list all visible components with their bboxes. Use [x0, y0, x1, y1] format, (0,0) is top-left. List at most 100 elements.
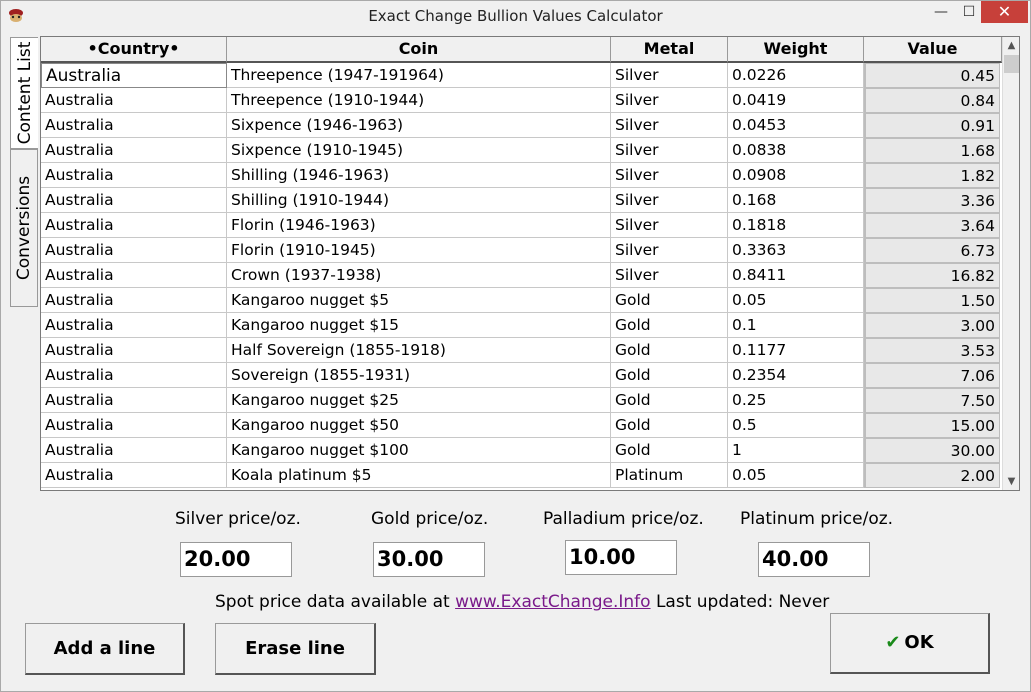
column-header-metal[interactable]: Metal [611, 37, 728, 63]
tab-conversions[interactable]: Conversions [10, 149, 38, 307]
table-row[interactable]: Australia Threepence (1947-191964) Silver 0… [41, 63, 1001, 88]
cell-metal[interactable]: Silver [611, 238, 728, 263]
add-line-button[interactable]: Add a line [25, 623, 185, 675]
cell-coin[interactable]: Kangaroo nugget $25 [227, 388, 611, 413]
cell-coin[interactable]: Threepence (1947-191964) [227, 63, 611, 88]
cell-value[interactable]: 3.00 [864, 313, 1000, 338]
scroll-down-icon[interactable]: ▼ [1003, 473, 1019, 490]
column-header-value[interactable]: Value [864, 37, 1002, 63]
table-row[interactable]: Australia Threepence (1910-1944) Silver 0.0… [41, 88, 1001, 113]
cell-coin[interactable]: Florin (1910-1945) [227, 238, 611, 263]
cell-coin[interactable]: Kangaroo nugget $15 [227, 313, 611, 338]
table-row[interactable]: Australia Sixpence (1910-1945) Silver 0.083… [41, 138, 1001, 163]
erase-line-button[interactable]: Erase line [215, 623, 376, 675]
cell-weight[interactable]: 0.0908 [728, 163, 864, 188]
table-row[interactable]: Australia Shilling (1910-1944) Silver 0.168… [41, 188, 1001, 213]
cell-country[interactable]: Australia [41, 388, 227, 413]
cell-value[interactable]: 3.53 [864, 338, 1000, 363]
cell-value[interactable]: 16.82 [864, 263, 1000, 288]
column-header-weight[interactable]: Weight [728, 37, 864, 63]
column-header-coin[interactable]: Coin [227, 37, 611, 63]
cell-country[interactable]: Australia [41, 113, 227, 138]
cell-country[interactable]: Australia [41, 438, 227, 463]
platinum-price-input[interactable]: 40.00 [758, 542, 870, 577]
cell-metal[interactable]: Gold [611, 438, 728, 463]
cell-value[interactable]: 3.36 [864, 188, 1000, 213]
cell-value[interactable]: 15.00 [864, 413, 1000, 438]
cell-value[interactable]: 1.82 [864, 163, 1000, 188]
cell-country[interactable]: Australia [41, 213, 227, 238]
table-row[interactable]: Australia Shilling (1946-1963) Silver 0.090… [41, 163, 1001, 188]
cell-weight[interactable]: 0.1177 [728, 338, 864, 363]
vertical-scrollbar[interactable]: ▲ ▼ [1002, 37, 1019, 490]
cell-coin[interactable]: Half Sovereign (1855-1918) [227, 338, 611, 363]
cell-weight[interactable]: 0.0838 [728, 138, 864, 163]
table-row[interactable]: Australia Kangaroo nugget $5 Gold 0.05 1.50 [41, 288, 1001, 313]
cell-coin[interactable]: Kangaroo nugget $50 [227, 413, 611, 438]
cell-value[interactable]: 0.84 [864, 88, 1000, 113]
cell-metal[interactable]: Gold [611, 288, 728, 313]
cell-weight[interactable]: 0.0453 [728, 113, 864, 138]
cell-coin[interactable]: Kangaroo nugget $100 [227, 438, 611, 463]
cell-weight[interactable]: 0.25 [728, 388, 864, 413]
table-row[interactable]: Australia Sixpence (1946-1963) Silver 0.045… [41, 113, 1001, 138]
cell-metal[interactable]: Platinum [611, 463, 728, 488]
cell-weight[interactable]: 0.05 [728, 288, 864, 313]
cell-weight[interactable]: 0.0419 [728, 88, 864, 113]
cell-value[interactable]: 3.64 [864, 213, 1000, 238]
cell-weight[interactable]: 0.1818 [728, 213, 864, 238]
cell-coin[interactable]: Shilling (1946-1963) [227, 163, 611, 188]
cell-metal[interactable]: Gold [611, 388, 728, 413]
cell-weight[interactable]: 0.8411 [728, 263, 864, 288]
cell-coin[interactable]: Sovereign (1855-1931) [227, 363, 611, 388]
table-row[interactable]: Australia Kangaroo nugget $50 Gold 0.5 15.00 [41, 413, 1001, 438]
cell-value[interactable]: 0.45 [864, 63, 1000, 88]
cell-country[interactable]: Australia [41, 338, 227, 363]
cell-country[interactable]: Australia [41, 63, 227, 88]
exactchange-link[interactable]: www.ExactChange.Info [455, 592, 650, 612]
cell-coin[interactable]: Florin (1946-1963) [227, 213, 611, 238]
cell-country[interactable]: Australia [41, 188, 227, 213]
maximize-button[interactable]: ☐ [954, 1, 984, 23]
cell-metal[interactable]: Silver [611, 113, 728, 138]
cell-value[interactable]: 6.73 [864, 238, 1000, 263]
cell-country[interactable]: Australia [41, 413, 227, 438]
close-button[interactable]: ✕ [981, 1, 1028, 23]
cell-country[interactable]: Australia [41, 463, 227, 488]
gold-price-input[interactable]: 30.00 [373, 542, 485, 577]
cell-country[interactable]: Australia [41, 238, 227, 263]
column-header-country[interactable]: •Country• [41, 37, 227, 63]
cell-country[interactable]: Australia [41, 288, 227, 313]
cell-country[interactable]: Australia [41, 88, 227, 113]
cell-coin[interactable]: Threepence (1910-1944) [227, 88, 611, 113]
cell-metal[interactable]: Silver [611, 163, 728, 188]
cell-value[interactable]: 1.50 [864, 288, 1000, 313]
cell-metal[interactable]: Gold [611, 413, 728, 438]
table-row[interactable]: Australia Koala platinum $5 Platinum 0.05 2.… [41, 463, 1001, 488]
table-row[interactable]: Australia Kangaroo nugget $100 Gold 1 30.00 [41, 438, 1001, 463]
cell-value[interactable]: 7.50 [864, 388, 1000, 413]
cell-metal[interactable]: Gold [611, 363, 728, 388]
cell-country[interactable]: Australia [41, 363, 227, 388]
cell-weight[interactable]: 0.1 [728, 313, 864, 338]
cell-weight[interactable]: 0.3363 [728, 238, 864, 263]
cell-value[interactable]: 30.00 [864, 438, 1000, 463]
cell-country[interactable]: Australia [41, 263, 227, 288]
cell-country[interactable]: Australia [41, 138, 227, 163]
cell-metal[interactable]: Gold [611, 338, 728, 363]
palladium-price-input[interactable]: 10.00 [565, 540, 677, 575]
cell-metal[interactable]: Silver [611, 188, 728, 213]
cell-weight[interactable]: 0.5 [728, 413, 864, 438]
cell-weight[interactable]: 1 [728, 438, 864, 463]
ok-button[interactable]: ✔ OK [830, 613, 990, 674]
cell-metal[interactable]: Silver [611, 263, 728, 288]
cell-metal[interactable]: Gold [611, 313, 728, 338]
cell-coin[interactable]: Crown (1937-1938) [227, 263, 611, 288]
cell-coin[interactable]: Shilling (1910-1944) [227, 188, 611, 213]
cell-metal[interactable]: Silver [611, 88, 728, 113]
cell-coin[interactable]: Kangaroo nugget $5 [227, 288, 611, 313]
table-row[interactable]: Australia Florin (1946-1963) Silver 0.1818 3… [41, 213, 1001, 238]
cell-weight[interactable]: 0.2354 [728, 363, 864, 388]
table-row[interactable]: Australia Florin (1910-1945) Silver 0.3363 6… [41, 238, 1001, 263]
cell-coin[interactable]: Sixpence (1910-1945) [227, 138, 611, 163]
